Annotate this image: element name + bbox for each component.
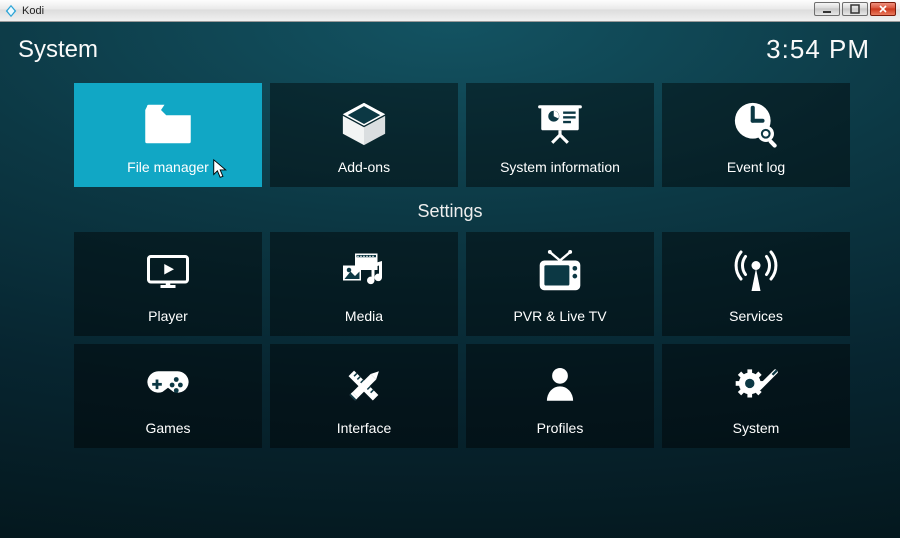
tile-media[interactable]: Media [270,232,458,336]
clock: 3:54 PM [766,34,870,65]
window-close-button[interactable] [870,2,896,16]
kodi-system-screen: System 3:54 PM File manager [0,22,900,538]
tile-label: System information [500,159,620,175]
top-tile-row: File manager Add-ons [74,83,900,187]
profile-icon [539,356,581,414]
tile-add-ons[interactable]: Add-ons [270,83,458,187]
window-minimize-button[interactable] [814,2,840,16]
window-title: Kodi [22,5,44,17]
tile-system-information[interactable]: System information [466,83,654,187]
clock-search-icon [730,95,782,153]
tile-label: Games [145,420,190,436]
presentation-icon [535,95,585,153]
tile-services[interactable]: Services [662,232,850,336]
tile-system[interactable]: System [662,344,850,448]
tile-label: PVR & Live TV [513,308,606,324]
settings-grid: Player Media [74,232,900,448]
antenna-icon [732,244,780,302]
tile-label: File manager [127,159,209,175]
folder-icon [135,95,201,153]
tile-profiles[interactable]: Profiles [466,344,654,448]
tile-games[interactable]: Games [74,344,262,448]
pencil-ruler-icon [339,356,389,414]
tile-player[interactable]: Player [74,232,262,336]
gamepad-icon [138,356,198,414]
tile-label: Media [345,308,383,324]
window-maximize-button[interactable] [842,2,868,16]
tile-label: Interface [337,420,391,436]
tile-label: Services [729,308,783,324]
app-icon [4,4,18,18]
page-title: System [18,36,98,64]
monitor-play-icon [140,244,196,302]
header: System 3:54 PM [0,22,900,65]
gear-screwdriver-icon [729,356,783,414]
tile-label: Event log [727,159,785,175]
tile-event-log[interactable]: Event log [662,83,850,187]
section-title-settings: Settings [0,201,900,222]
tile-label: System [733,420,780,436]
tile-label: Profiles [537,420,584,436]
media-collection-icon [335,244,393,302]
tile-label: Player [148,308,188,324]
window-titlebar: Kodi [0,0,900,22]
tile-label: Add-ons [338,159,390,175]
box-icon [335,95,393,153]
tile-interface[interactable]: Interface [270,344,458,448]
tile-pvr-live-tv[interactable]: PVR & Live TV [466,232,654,336]
tv-icon [533,244,587,302]
tile-file-manager[interactable]: File manager [74,83,262,187]
